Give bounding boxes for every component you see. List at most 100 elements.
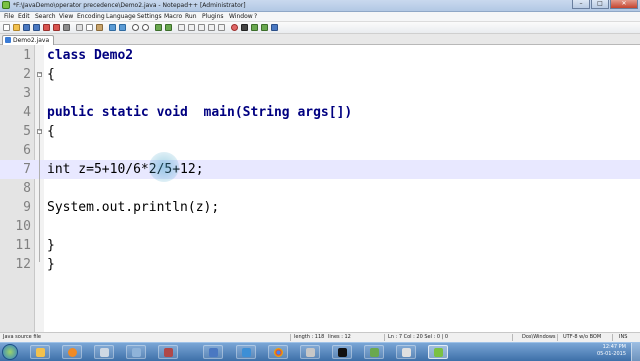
redo-icon[interactable] (119, 24, 126, 31)
fold-guide-class (39, 78, 40, 262)
menu-edit[interactable]: Edit (18, 12, 30, 21)
code-text: int z=5+10/6*2/5+12; (47, 162, 204, 177)
system-clock[interactable]: 12:47 PM 05-01-2015 (597, 344, 626, 358)
status-divider (612, 334, 613, 341)
menu-run[interactable]: Run (185, 12, 197, 21)
zoom-in-icon[interactable] (155, 24, 162, 31)
taskbar-app[interactable] (126, 345, 146, 359)
sync-vertical-icon[interactable] (178, 24, 185, 31)
taskbar-app[interactable] (236, 345, 256, 359)
status-lines: lines : 12 (328, 334, 351, 340)
taskbar-media-player[interactable] (62, 345, 82, 359)
taskbar-app[interactable] (396, 345, 416, 359)
code-editor[interactable]: 1 class Demo2 2 { 3 4 public static void… (0, 45, 640, 332)
close-all-icon[interactable] (53, 24, 60, 31)
title-bar: *F:\JavaDemo\operator precedence\Demo2.j… (0, 0, 640, 12)
cut-icon[interactable] (76, 24, 83, 31)
taskbar-app[interactable] (300, 345, 320, 359)
status-file-type: Java source file (3, 334, 41, 340)
menu-plugins[interactable]: Plugins (202, 12, 224, 21)
undo-icon[interactable] (109, 24, 116, 31)
status-position: Ln : 7 Col : 20 Sel : 0 | 0 (388, 334, 449, 340)
line-number: 5 (23, 124, 31, 139)
app-icon (306, 348, 315, 357)
status-insert-mode: INS (619, 334, 628, 340)
save-all-icon[interactable] (33, 24, 40, 31)
taskbar-command-prompt[interactable] (332, 345, 352, 359)
code-text: class Demo2 (47, 48, 134, 63)
menu-macro[interactable]: Macro (164, 12, 182, 21)
taskbar-notepadpp[interactable] (428, 345, 448, 359)
close-file-icon[interactable] (43, 24, 50, 31)
menu-file[interactable]: File (4, 12, 14, 21)
play-macro-icon[interactable] (251, 24, 258, 31)
replace-icon[interactable] (142, 24, 149, 31)
taskbar-app[interactable] (94, 345, 114, 359)
menu-view[interactable]: View (59, 12, 73, 21)
stop-macro-icon[interactable] (241, 24, 248, 31)
save-macro-icon[interactable] (271, 24, 278, 31)
menu-encoding[interactable]: Encoding (77, 12, 105, 21)
taskbar-explorer[interactable] (30, 345, 50, 359)
taskbar-chrome[interactable] (268, 345, 288, 359)
close-button[interactable]: ✕ (610, 0, 638, 9)
status-divider (512, 334, 513, 341)
code-text: public static void main(String args[]) (47, 105, 353, 120)
show-all-characters-icon[interactable] (208, 24, 215, 31)
start-button[interactable] (2, 344, 18, 360)
code-text: System.out.println(z); (47, 200, 220, 215)
code-text: } (47, 238, 55, 253)
app-icon (209, 348, 218, 357)
run-macro-multiple-icon[interactable] (261, 24, 268, 31)
media-player-icon (68, 348, 77, 357)
taskbar-app[interactable] (203, 345, 223, 359)
code-line: 10 (0, 217, 640, 236)
fold-marker-class[interactable]: − (37, 72, 42, 77)
line-number: 8 (23, 181, 31, 196)
menu-window[interactable]: Window (229, 12, 253, 21)
menu-settings[interactable]: Settings (137, 12, 162, 21)
app-icon (242, 348, 251, 357)
taskbar-app[interactable] (158, 345, 178, 359)
tab-demo2-java[interactable]: Demo2.java (2, 35, 55, 45)
copy-icon[interactable] (86, 24, 93, 31)
paste-icon[interactable] (96, 24, 103, 31)
word-wrap-icon[interactable] (198, 24, 205, 31)
window-controls: – □ ✕ (571, 0, 638, 10)
line-number: 7 (23, 162, 31, 177)
code-line: 11 } (0, 236, 640, 255)
current-code-line: 7 int z=5+10/6*2/5+12; (0, 160, 640, 179)
record-macro-icon[interactable] (231, 24, 238, 31)
maximize-button[interactable]: □ (591, 0, 609, 9)
new-file-icon[interactable] (3, 24, 10, 31)
code-line: 1 class Demo2 (0, 46, 640, 65)
find-icon[interactable] (132, 24, 139, 31)
fold-marker-main[interactable]: − (37, 129, 42, 134)
windows-taskbar: 12:47 PM 05-01-2015 (0, 342, 640, 361)
app-icon (402, 348, 411, 357)
indent-guide-icon[interactable] (218, 24, 225, 31)
status-length: length : 118 (294, 334, 325, 340)
show-desktop-button[interactable] (631, 343, 640, 361)
print-icon[interactable] (63, 24, 70, 31)
app-icon (132, 348, 141, 357)
status-divider (384, 334, 385, 341)
zoom-out-icon[interactable] (165, 24, 172, 31)
notepadpp-app-icon[interactable] (2, 1, 10, 9)
code-line: 12 } (0, 255, 640, 274)
chrome-icon (274, 348, 283, 357)
minimize-button[interactable]: – (572, 0, 590, 9)
open-folder-icon[interactable] (13, 24, 20, 31)
mouse-cursor-highlight (149, 152, 179, 182)
taskbar-app[interactable] (364, 345, 384, 359)
menu-language[interactable]: Language (106, 12, 136, 21)
line-number: 10 (15, 219, 31, 234)
code-text: { (47, 124, 55, 139)
save-icon[interactable] (23, 24, 30, 31)
menu-search[interactable]: Search (35, 12, 56, 21)
code-text: } (47, 257, 55, 272)
menu-help[interactable]: ? (254, 12, 257, 21)
sync-horizontal-icon[interactable] (188, 24, 195, 31)
app-icon (370, 348, 379, 357)
status-divider (290, 334, 291, 341)
